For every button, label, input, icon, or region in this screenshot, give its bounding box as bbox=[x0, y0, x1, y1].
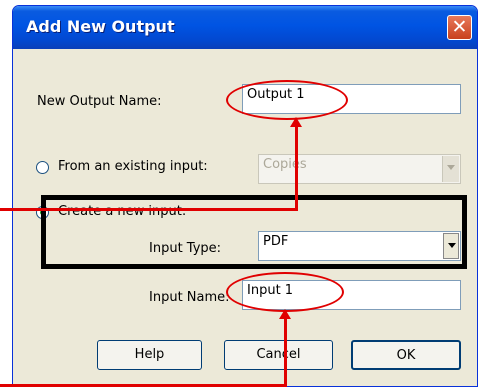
annotation-arrowhead-2 bbox=[279, 309, 291, 319]
title-bar: Add New Output ✕ bbox=[13, 6, 477, 49]
radio-existing-input[interactable] bbox=[36, 161, 49, 174]
annotation-arrowhead-1 bbox=[290, 117, 302, 127]
close-icon[interactable]: ✕ bbox=[447, 15, 472, 40]
output-name-label: New Output Name: bbox=[37, 94, 162, 109]
existing-input-select: Copies bbox=[258, 154, 461, 184]
annotation-line-horizontal-2 bbox=[0, 384, 287, 387]
annotation-circle-input-name bbox=[226, 272, 344, 312]
existing-input-value: Copies bbox=[263, 157, 307, 172]
annotation-circle-output-name bbox=[226, 80, 348, 120]
help-button[interactable]: Help bbox=[97, 340, 202, 370]
annotation-line-horizontal-1 bbox=[0, 208, 298, 211]
annotation-line-vertical-1 bbox=[295, 126, 298, 211]
input-name-label: Input Name: bbox=[149, 290, 230, 305]
radio-existing-input-label: From an existing input: bbox=[58, 159, 208, 174]
highlight-frame bbox=[41, 195, 467, 269]
dialog-title: Add New Output bbox=[26, 17, 175, 36]
ok-button[interactable]: OK bbox=[351, 340, 461, 370]
annotation-line-vertical-2 bbox=[284, 318, 287, 387]
chevron-down-icon bbox=[442, 156, 459, 182]
cancel-button[interactable]: Cancel bbox=[224, 340, 333, 370]
